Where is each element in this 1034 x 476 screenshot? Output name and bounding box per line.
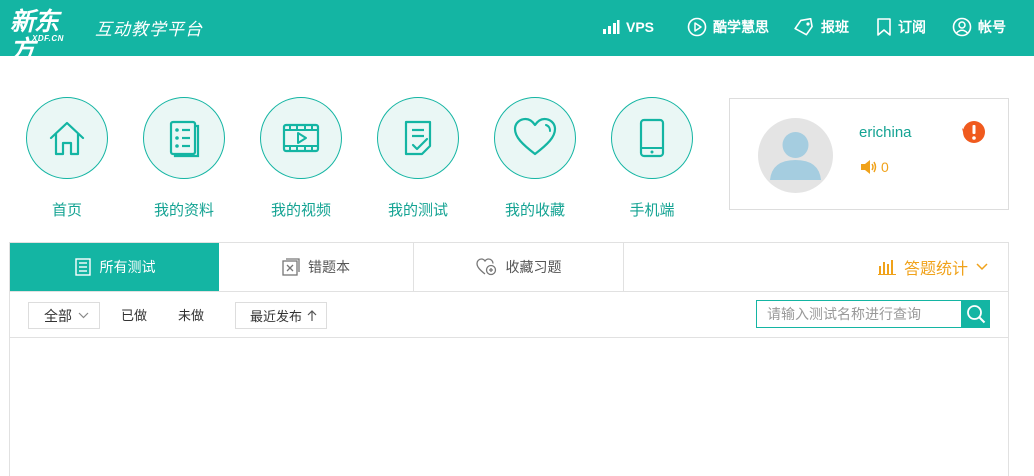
quick-link-favorites[interactable]: 我的收藏: [494, 97, 576, 220]
user-circle-icon: [952, 17, 972, 37]
stats-label: 答题统计: [903, 261, 968, 278]
answer-stats-dropdown[interactable]: 答题统计: [877, 243, 988, 291]
platform-title: 互动教学平台: [95, 20, 203, 39]
document-list-icon: [169, 120, 200, 158]
signal-bars-icon: [603, 20, 620, 34]
sort-label: 最近发布: [250, 309, 303, 324]
tab-label: 错题本: [308, 259, 350, 275]
search-input[interactable]: [756, 300, 962, 328]
profile-card: erichina 0: [729, 98, 1009, 210]
quick-link-materials[interactable]: 我的资料: [143, 97, 225, 220]
search-button[interactable]: [962, 300, 990, 328]
quick-link-label: 我的视频: [270, 202, 331, 219]
status-select-value: 全部: [44, 307, 72, 324]
top-navbar: 新东方 XDF.CN 互动教学平台 VPS 酷学慧思 报班 订阅 帐号: [0, 0, 1034, 64]
quick-link-circle: [260, 97, 342, 179]
quick-link-label: 手机端: [629, 202, 675, 219]
chevron-down-icon: [78, 312, 89, 319]
sort-recent-button[interactable]: 最近发布: [235, 302, 327, 329]
tab-wrong-book[interactable]: 错题本: [219, 243, 414, 291]
bookmark-icon: [877, 18, 891, 36]
heart-icon: [513, 117, 557, 156]
chevron-down-icon: [976, 263, 988, 271]
filter-undone[interactable]: 未做: [178, 302, 204, 329]
tab-label: 所有测试: [99, 259, 156, 275]
quick-link-mobile[interactable]: 手机端: [611, 97, 693, 220]
quick-link-label: 首页: [51, 202, 82, 219]
nav-dingyue[interactable]: 订阅: [876, 16, 926, 38]
video-icon: [282, 123, 320, 153]
alert-icon[interactable]: [960, 119, 986, 145]
tab-favorite-questions[interactable]: 收藏习题: [414, 243, 624, 291]
nav-dingyue-label: 订阅: [898, 19, 926, 35]
wrong-book-icon: [282, 258, 300, 276]
filter-done[interactable]: 已做: [121, 302, 147, 329]
quick-link-videos[interactable]: 我的视频: [260, 97, 342, 220]
arrow-up-icon: [307, 309, 317, 321]
list-icon: [74, 258, 91, 276]
logo-subtext: XDF.CN: [32, 34, 64, 43]
quick-link-label: 我的资料: [153, 202, 214, 219]
points-display: 0: [859, 159, 889, 175]
heart-plus-icon: [475, 258, 496, 276]
search-icon: [967, 305, 986, 324]
tab-all-tests[interactable]: 所有测试: [10, 243, 219, 291]
tab-label: 收藏习题: [505, 259, 562, 275]
nav-kuxue[interactable]: 酷学慧思: [687, 16, 769, 38]
tests-panel: 所有测试 错题本 收藏习题 答题统计 全部 已做 未做 最近发布 请输入测试名称…: [9, 242, 1009, 476]
bar-chart-icon: [877, 260, 896, 275]
quick-link-circle: [377, 97, 459, 179]
brand-logo[interactable]: 新东方 XDF.CN: [10, 8, 80, 64]
nav-account[interactable]: 帐号: [952, 16, 1006, 38]
tag-icon: [794, 18, 813, 36]
quick-link-label: 我的测试: [387, 202, 448, 219]
main-content: 首页 我的资料 我的视频 我的测试 我的收藏 手机端 erichina 0 所有…: [0, 56, 1034, 476]
nav-baoban-label: 报班: [821, 19, 849, 35]
avatar[interactable]: [758, 118, 833, 193]
play-circle-icon: [687, 17, 707, 37]
status-select[interactable]: 全部: [28, 302, 100, 329]
nav-baoban[interactable]: 报班: [793, 16, 849, 38]
nav-vps-label: VPS: [626, 19, 655, 35]
username[interactable]: erichina: [859, 124, 912, 141]
tab-bar: 所有测试 错题本 收藏习题 答题统计: [10, 243, 1008, 292]
quick-link-circle: [611, 97, 693, 179]
nav-kuxue-label: 酷学慧思: [713, 19, 769, 35]
speaker-icon: [861, 160, 877, 174]
quick-link-circle: [26, 97, 108, 179]
quick-link-home[interactable]: 首页: [26, 97, 108, 220]
nav-vps[interactable]: VPS: [602, 16, 654, 38]
quick-link-label: 我的收藏: [504, 202, 565, 219]
mobile-icon: [639, 118, 665, 158]
quick-link-circle: [143, 97, 225, 179]
nav-account-label: 帐号: [978, 19, 1006, 35]
quick-link-tests[interactable]: 我的测试: [377, 97, 459, 220]
test-check-icon: [404, 120, 432, 156]
default-avatar-icon: [770, 132, 821, 180]
points-value: 0: [881, 159, 889, 175]
filter-bar: 全部 已做 未做 最近发布: [10, 292, 1008, 338]
home-icon: [49, 121, 85, 156]
quick-link-circle: [494, 97, 576, 179]
